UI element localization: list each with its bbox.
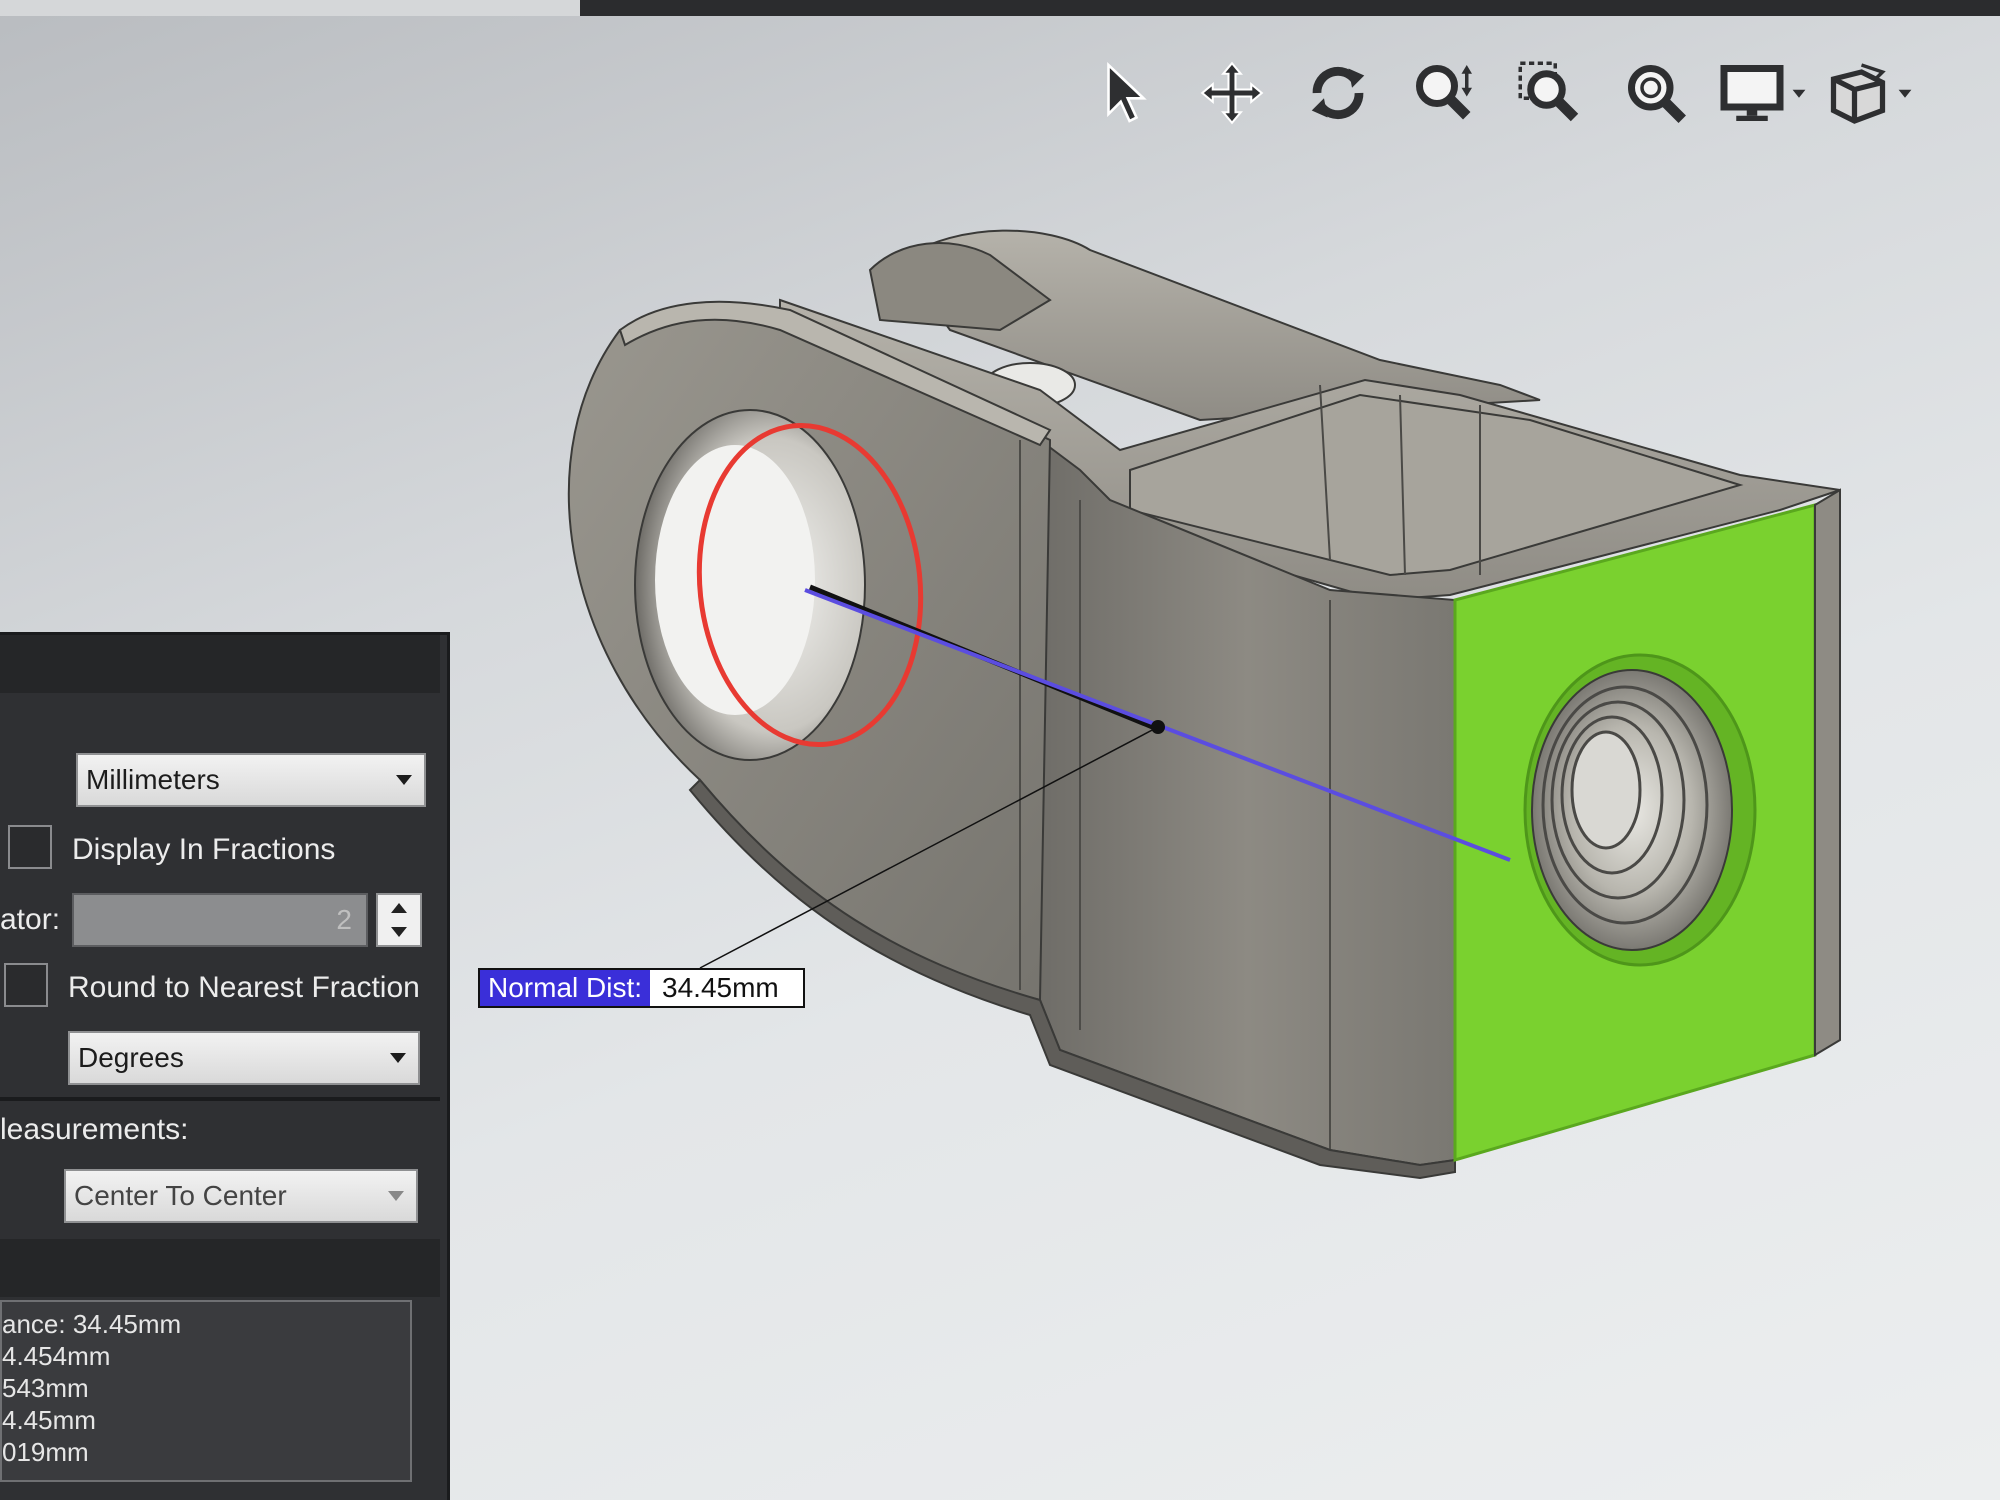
- arc-measurement-select-value: Center To Center: [74, 1180, 287, 1211]
- angle-units-select[interactable]: Degrees: [68, 1031, 420, 1085]
- select-tool-button[interactable]: [1080, 48, 1172, 138]
- callout-key: Normal Dist:: [480, 970, 651, 1006]
- rotate-icon: [1311, 66, 1365, 120]
- result-line: 543mm: [2, 1373, 89, 1403]
- zoom-fit-icon: [1628, 65, 1686, 123]
- zoom-window-icon: [1518, 61, 1579, 122]
- zoom-fit-button[interactable]: [1610, 48, 1702, 138]
- panel-header: [0, 635, 440, 693]
- chevron-down-icon: [1898, 89, 1912, 98]
- denominator-input[interactable]: 2: [72, 893, 368, 947]
- chevron-up-icon[interactable]: [391, 903, 407, 913]
- 3d-viewport[interactable]: Normal Dist: 34.45mm Millimeters Display…: [0, 0, 2000, 1500]
- rotate-tool-button[interactable]: [1292, 48, 1384, 138]
- zoom-dynamic-button[interactable]: [1398, 48, 1490, 138]
- chevron-down-icon[interactable]: [390, 1053, 406, 1063]
- denominator-stepper[interactable]: [376, 893, 422, 947]
- callout-value: 34.45mm: [650, 970, 803, 1006]
- measurement-results: ance: 34.45mm 4.454mm 543mm 4.45mm 019mm: [0, 1300, 412, 1482]
- zoom-window-button[interactable]: [1504, 48, 1596, 138]
- normal-distance-callout: Normal Dist: 34.45mm: [478, 968, 805, 1008]
- arc-measurement-select[interactable]: Center To Center: [64, 1169, 418, 1223]
- display-style-button[interactable]: [1716, 48, 1808, 138]
- view-toolbar: [1080, 48, 2000, 138]
- arc-measurements-label: leasurements:: [0, 1113, 189, 1146]
- round-nearest-fraction-label: Round to Nearest Fraction: [68, 971, 420, 1004]
- result-line: ance: 34.45mm: [2, 1309, 182, 1339]
- angle-units-select-value: Degrees: [78, 1042, 184, 1073]
- results-header: [0, 1239, 440, 1297]
- result-line: 4.454mm: [2, 1341, 111, 1371]
- display-monitor-icon: [1720, 65, 1784, 121]
- chevron-down-icon: [1792, 89, 1806, 98]
- zoom-dynamic-icon: [1416, 65, 1472, 120]
- chevron-down-icon: [388, 1191, 404, 1201]
- chevron-down-icon: [396, 775, 412, 785]
- result-line: 019mm: [2, 1437, 89, 1467]
- pan-move-icon: [1200, 61, 1264, 125]
- display-in-fractions-label: Display In Fractions: [72, 833, 336, 866]
- divider: [0, 1097, 440, 1101]
- select-arrow-icon: [1107, 61, 1147, 123]
- units-select[interactable]: Millimeters: [76, 753, 426, 807]
- denominator-label: ator:: [0, 903, 61, 936]
- units-select-value: Millimeters: [86, 764, 220, 795]
- view-cube-icon: [1830, 63, 1886, 124]
- pan-tool-button[interactable]: [1186, 48, 1278, 138]
- view-orientation-button[interactable]: [1822, 48, 1914, 138]
- chevron-down-icon[interactable]: [391, 927, 407, 937]
- measure-options-panel: Millimeters Display In Fractions ator: 2…: [0, 632, 450, 1500]
- round-nearest-fraction-checkbox[interactable]: [4, 963, 48, 1007]
- result-line: 4.45mm: [2, 1405, 96, 1435]
- display-in-fractions-checkbox[interactable]: [8, 825, 52, 869]
